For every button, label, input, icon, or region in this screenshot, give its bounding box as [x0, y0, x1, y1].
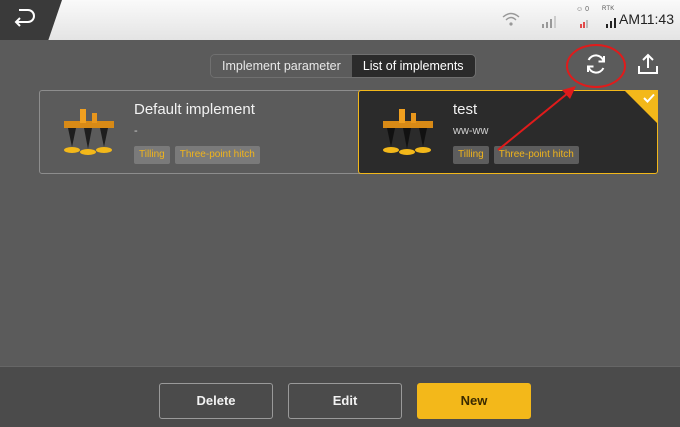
tag-tilling: Tilling — [453, 146, 489, 164]
rtk-signal-icon — [606, 18, 616, 28]
implement-subtitle: - — [134, 125, 138, 137]
rtk-label: RTK — [602, 6, 615, 12]
back-arrow-icon — [14, 9, 35, 27]
annotation-circle — [566, 44, 626, 88]
implement-tags: Tilling Three-point hitch — [134, 146, 260, 164]
satellite-count: ☺ 0 — [576, 6, 589, 13]
tab-list-of-implements[interactable]: List of implements — [351, 55, 475, 77]
wifi-icon — [502, 12, 520, 26]
tiller-image — [64, 109, 114, 155]
implement-name: Default implement — [134, 101, 255, 118]
back-button[interactable] — [0, 0, 62, 40]
satellite-signal-icon — [580, 20, 588, 28]
implement-card-default[interactable]: Default implement - Tilling Three-point … — [39, 90, 368, 174]
tag-tilling: Tilling — [134, 146, 170, 164]
tag-three-point-hitch: Three-point hitch — [174, 146, 260, 164]
satellite-status: ☺ 0 — [574, 6, 592, 30]
tab-implement-parameter[interactable]: Implement parameter — [211, 55, 352, 77]
implement-subtitle: ww-ww — [453, 125, 489, 137]
delete-button[interactable]: Delete — [159, 383, 273, 419]
new-button[interactable]: New — [417, 383, 531, 419]
implement-tags: Tilling Three-point hitch — [453, 146, 579, 164]
selected-badge — [624, 90, 658, 124]
upload-icon — [638, 53, 658, 74]
implement-name: test — [453, 101, 478, 118]
cell-signal-icon — [542, 16, 556, 28]
upload-button[interactable] — [632, 48, 664, 80]
checkmark-icon — [643, 93, 655, 103]
action-bar: Delete Edit New — [0, 366, 680, 427]
tiller-image — [383, 109, 433, 155]
clock: AM11:43 — [619, 11, 674, 27]
edit-button[interactable]: Edit — [288, 383, 402, 419]
implement-card-test[interactable]: test ww-ww Tilling Three-point hitch — [358, 90, 658, 174]
view-tabs: Implement parameter List of implements — [210, 54, 476, 78]
tag-three-point-hitch: Three-point hitch — [493, 146, 579, 164]
status-bar: ☺ 0 RTK AM11:43 — [0, 0, 680, 40]
